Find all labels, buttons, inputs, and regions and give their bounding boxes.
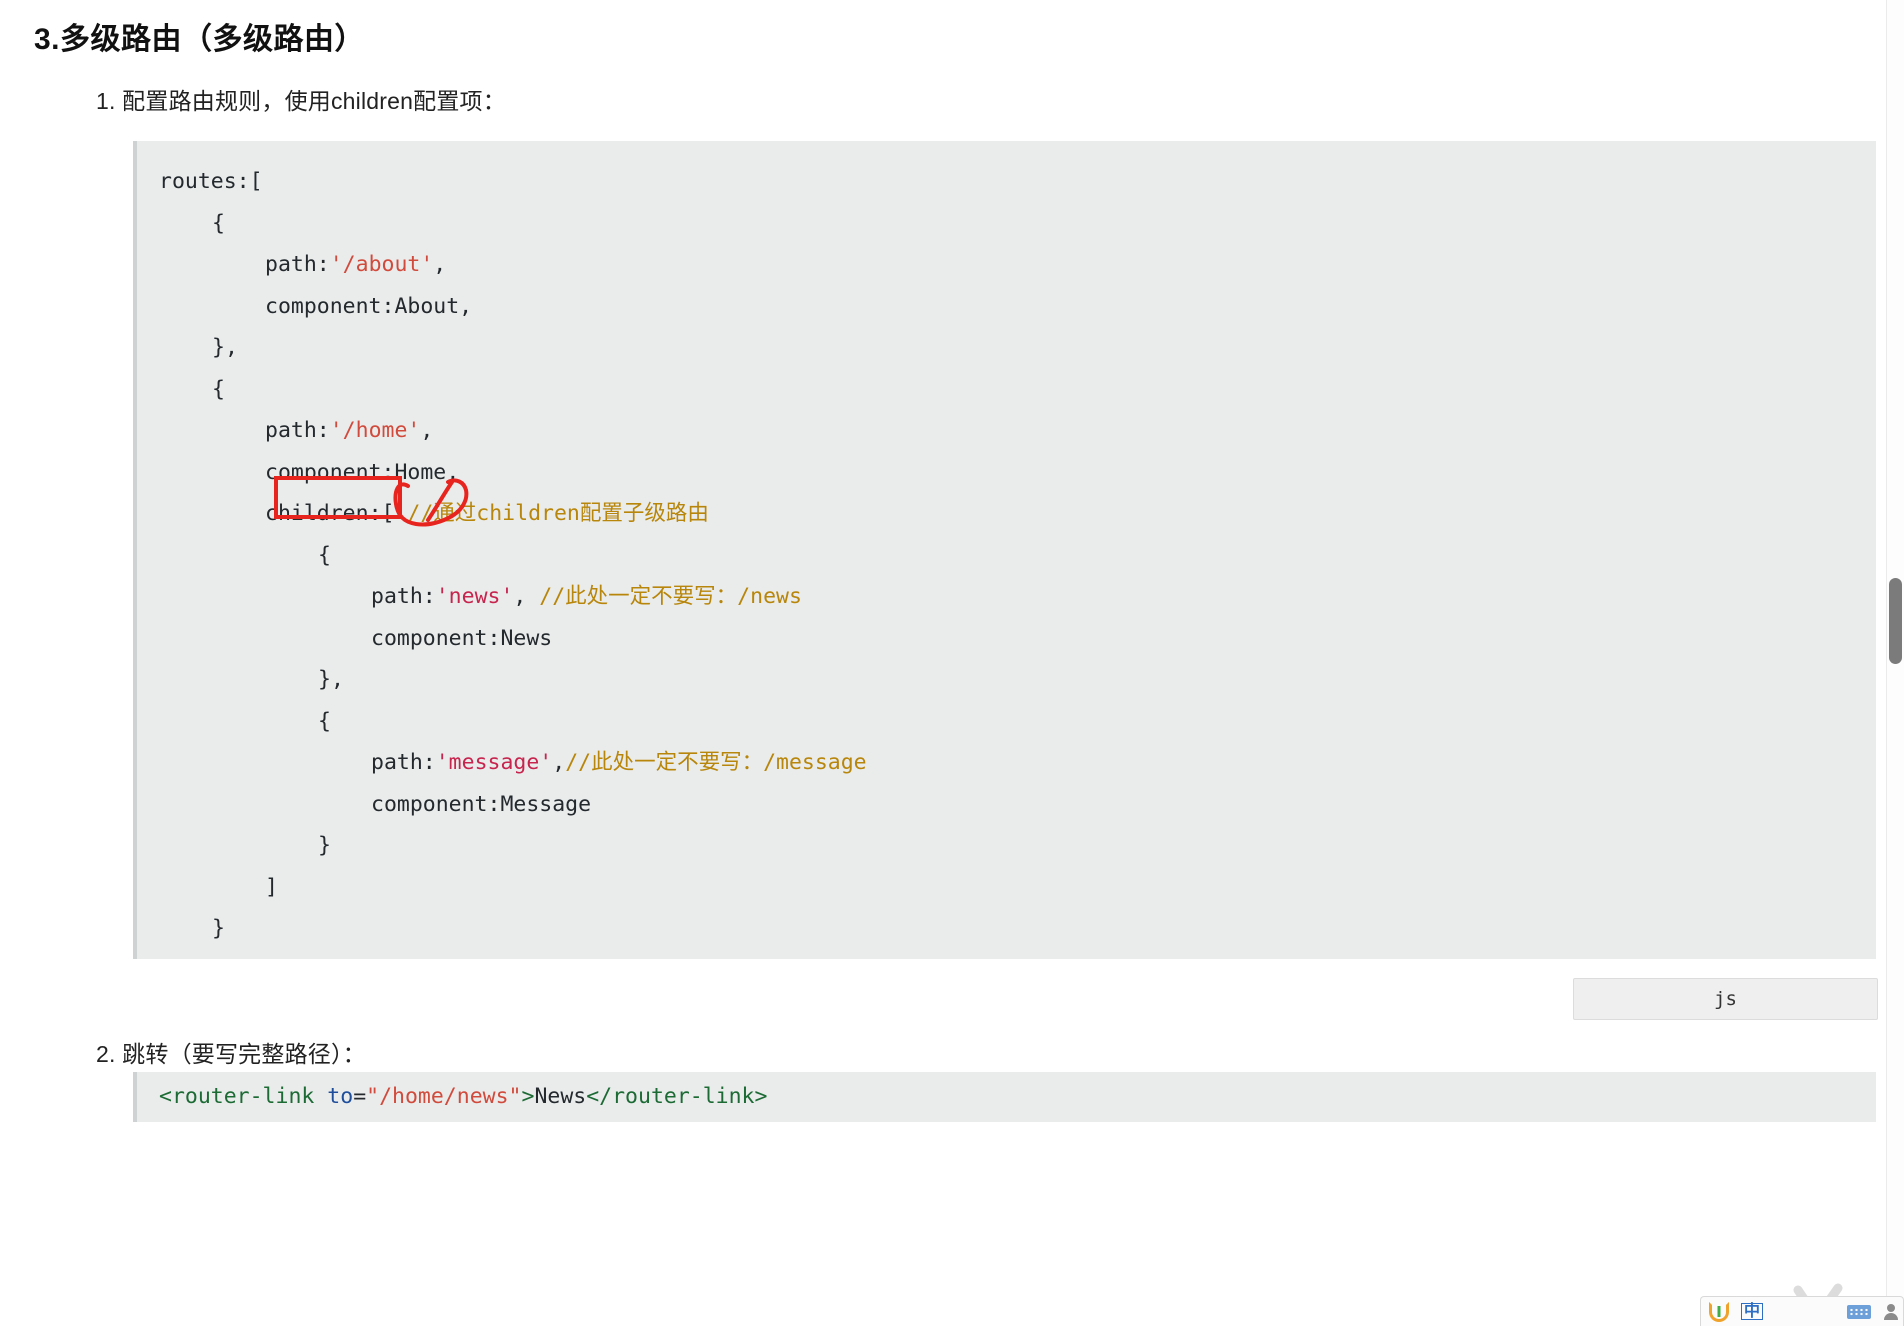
- code-token: },: [212, 335, 238, 360]
- code-token: path:: [265, 252, 330, 277]
- code-line: children:[ //通过children配置子级路由: [159, 493, 1876, 535]
- code-token: '/about': [329, 252, 434, 277]
- code-token: >: [521, 1084, 535, 1109]
- code-token: },: [318, 667, 344, 692]
- code-line: path:'/home',: [159, 410, 1876, 452]
- code-token: ]: [265, 874, 278, 900]
- code-line: {: [159, 369, 1876, 411]
- step-2-label: 2. 跳转（要写完整路径）：: [96, 1041, 366, 1067]
- code-line: component:About,: [159, 286, 1876, 328]
- keyboard-icon[interactable]: [1847, 1304, 1872, 1319]
- code-token: ]: [159, 958, 172, 960]
- code-token: path:: [371, 584, 436, 609]
- code-token-highlighted: children: [265, 501, 369, 526]
- code-line: path:'/about',: [159, 244, 1876, 286]
- code-token: }: [212, 916, 225, 941]
- code-line: ]: [159, 950, 1876, 960]
- code-token: component:Message: [371, 791, 592, 817]
- code-token: "/home/news": [366, 1084, 522, 1109]
- code-token: </router-link>: [586, 1084, 768, 1109]
- code-token: //通过children配置子级路由: [407, 501, 709, 526]
- code-token: {: [212, 210, 225, 236]
- code-token: :[: [368, 501, 408, 526]
- code-token: component:News: [371, 625, 553, 651]
- code-block-routes: routes:[{path:'/about', component:About,}…: [133, 141, 1876, 959]
- code-token: //此处一定不要写：/message: [565, 750, 867, 775]
- code-line: }: [159, 825, 1876, 867]
- code-token: <router-link: [159, 1084, 315, 1109]
- language-badge-label: js: [1714, 988, 1737, 1010]
- code-token: ,: [433, 252, 447, 277]
- code-line: },: [159, 659, 1876, 701]
- code-token: }: [318, 833, 331, 858]
- code-token: {: [318, 542, 331, 568]
- code-token: =: [353, 1084, 367, 1109]
- code-line: component:Home,: [159, 452, 1876, 494]
- code-token: path:: [265, 418, 330, 443]
- step-1-label: 1. 配置路由规则，使用children配置项：: [96, 88, 506, 114]
- code-line: path:'message',//此处一定不要写：/message: [159, 742, 1876, 784]
- code-block-router-link: <router-link to="/home/news">News</route…: [133, 1072, 1876, 1122]
- code-token: News: [534, 1084, 587, 1109]
- code-token: '/home': [329, 418, 421, 443]
- scrollbar-track[interactable]: [1886, 0, 1904, 1326]
- code-token: routes:[: [159, 169, 263, 194]
- code-line: {: [159, 535, 1876, 577]
- page-title: 3.多级路由（多级路由）: [34, 23, 366, 56]
- code-line: component:Message: [159, 784, 1876, 826]
- code-token: to: [327, 1084, 354, 1109]
- code-line: {: [159, 701, 1876, 743]
- code-token: component:Home,: [265, 459, 460, 485]
- code-token: ,: [552, 750, 566, 775]
- code-token: 'message': [435, 750, 553, 775]
- code-line: {: [159, 203, 1876, 245]
- code-line: component:News: [159, 618, 1876, 660]
- sogou-logo-icon[interactable]: [1709, 1301, 1729, 1322]
- code-token: {: [212, 376, 225, 402]
- code-token: component:About,: [265, 293, 473, 319]
- code-token: //此处一定不要写：/news: [539, 584, 802, 609]
- code-token: {: [318, 708, 331, 734]
- chinese-mode-icon[interactable]: 中: [1741, 1303, 1764, 1320]
- code-token: path:: [371, 750, 436, 775]
- code-line: }: [159, 908, 1876, 950]
- code-line: <router-link to="/home/news">News</route…: [159, 1081, 1876, 1113]
- code-line: ]: [159, 867, 1876, 909]
- scrollbar-thumb[interactable]: [1889, 578, 1902, 664]
- ime-toolbar[interactable]: 中: [1700, 1296, 1904, 1326]
- code-token: ,: [420, 418, 434, 443]
- code-line: path:'news', //此处一定不要写：/news: [159, 576, 1876, 618]
- code-token: ,: [513, 584, 540, 609]
- language-badge[interactable]: js: [1573, 978, 1878, 1020]
- code-token: 'news': [435, 584, 514, 609]
- code-line: },: [159, 327, 1876, 369]
- code-line: routes:[: [159, 161, 1876, 203]
- user-icon[interactable]: [1883, 1303, 1899, 1320]
